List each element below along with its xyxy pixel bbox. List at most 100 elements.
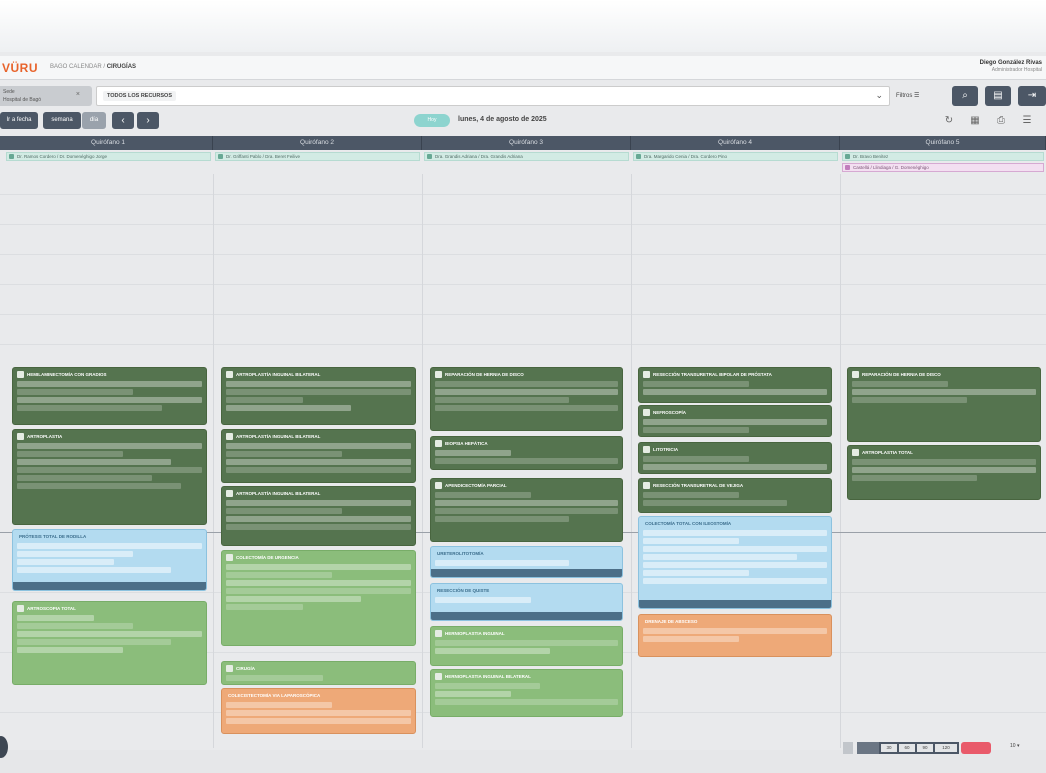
list-icon[interactable]: ☰ xyxy=(1020,114,1034,128)
staff-assignment[interactable]: Dra. Margarido Cenia / Dra. Cordero Pino xyxy=(633,152,838,161)
surgery-title: COLECTOMÍA TOTAL CON ILEOSTOMÍA xyxy=(645,521,732,526)
surgery-card[interactable]: RESECCIÓN TRANSURETRAL BIPOLAR DE PRÓSTA… xyxy=(638,367,832,403)
user-role: Administrador Hospital xyxy=(991,67,1042,73)
surgery-title: URETEROLITOTOMÍA xyxy=(437,551,484,556)
user-info[interactable]: Diego González Rivas Administrador Hospi… xyxy=(922,60,1042,73)
app-logo[interactable]: VÜRU xyxy=(2,61,38,75)
grid-line xyxy=(0,284,1046,285)
surgery-card[interactable]: LITOTRICIA xyxy=(638,442,832,474)
go-to-date-button[interactable]: Ir a fecha xyxy=(0,112,38,129)
surgery-card[interactable]: DRENAJE DE ABSCESO xyxy=(638,614,832,657)
grid-line xyxy=(0,194,1046,195)
page-size-select[interactable]: 10 ▾ xyxy=(1010,743,1019,749)
close-button[interactable] xyxy=(961,742,991,754)
column-separator xyxy=(840,174,841,748)
grid-line xyxy=(0,314,1046,315)
surgery-card[interactable]: REPARACIÓN DE HERNIA DE DISCO xyxy=(430,367,623,431)
surgery-card[interactable]: ARTROPLASTÍA INGUINAL BILATERAL xyxy=(221,486,416,546)
prev-button[interactable]: ‹ xyxy=(112,112,134,129)
surgery-card[interactable]: NEFROSCOPÍA xyxy=(638,405,832,437)
app-header: VÜRU BAGO CALENDAR / CIRUGÍAS Diego Gonz… xyxy=(0,56,1046,80)
grid-line xyxy=(0,344,1046,345)
surgery-card[interactable]: ARTROSCOPIA TOTAL xyxy=(12,601,207,685)
surgery-title: REPARACIÓN DE HERNIA DE DISCO xyxy=(431,370,622,379)
surgery-card[interactable]: CIRUGÍA xyxy=(221,661,416,685)
surgery-title: PRÓTESIS TOTAL DE RODILLA xyxy=(19,534,87,539)
user-name: Diego González Rivas xyxy=(979,60,1042,66)
close-icon[interactable]: × xyxy=(76,91,80,98)
surgery-card[interactable]: ARTROPLASTIA xyxy=(12,429,207,525)
refresh-icon[interactable]: ↻ xyxy=(942,114,956,128)
surgery-card[interactable]: PRÓTESIS TOTAL DE RODILLA xyxy=(12,529,207,591)
surgery-card[interactable]: HEMILAMINECTOMÍA CON GRADIOS xyxy=(12,367,207,425)
surgery-title: NEFROSCOPÍA xyxy=(639,408,831,417)
surgery-title: ARTROPLASTÍA INGUINAL BILATERAL xyxy=(222,370,415,379)
surgery-card[interactable]: RESECCIÓN DE QUISTE xyxy=(430,583,623,621)
surgery-card[interactable]: ARTROPLASTIA TOTAL xyxy=(847,445,1041,500)
column-separator xyxy=(631,174,632,748)
surgery-title: LITOTRICIA xyxy=(639,445,831,454)
staff-assignment[interactable]: Dra. Grandis Adriana / Dra. Grandis Adri… xyxy=(424,152,629,161)
column-title-4: Quirófano 4 xyxy=(631,136,840,150)
calendar-toolbar: Ir a fecha semana día ‹ › Hoy lunes, 4 d… xyxy=(0,112,1046,130)
surgery-card[interactable]: URETEROLITOTOMÍA xyxy=(430,546,623,578)
zoom-option[interactable]: 60 xyxy=(899,744,915,752)
staff-assignment[interactable]: Dr. Griffanti Pablo / Dra. Beret Feilive xyxy=(215,152,420,161)
surgery-title: RESECCIÓN TRANSURETRAL BIPOLAR DE PRÓSTA… xyxy=(639,370,831,379)
zoom-option[interactable]: 30 xyxy=(881,744,897,752)
surgery-title: HERNIOPLASTIA INGUINAL xyxy=(431,629,622,638)
zoom-controls: 30 60 90 120 xyxy=(843,742,993,754)
export-button[interactable]: ⇥ xyxy=(1018,86,1046,106)
column-title-1: Quirófano 1 xyxy=(4,136,213,150)
surgery-title: ARTROPLASTIA TOTAL xyxy=(848,448,1040,457)
surgery-title: ARTROSCOPIA TOTAL xyxy=(13,604,206,613)
today-button[interactable]: Hoy xyxy=(414,114,450,127)
staff-assignment[interactable]: Dr. Bravo Benítez xyxy=(842,152,1044,161)
current-date-title: lunes, 4 de agosto de 2025 xyxy=(458,116,547,123)
surgery-card[interactable]: COLECTOMÍA TOTAL CON ILEOSTOMÍA xyxy=(638,516,832,609)
surgery-title: ARTROPLASTIA xyxy=(13,432,206,441)
filters-button[interactable]: Filtros ☰ xyxy=(896,88,940,104)
surgery-title: APENDICECTOMÍA PARCIAL xyxy=(431,481,622,490)
surgery-card[interactable]: REPARACIÓN DE HERNIA DE DISCO xyxy=(847,367,1041,442)
zoom-option[interactable]: 90 xyxy=(917,744,933,752)
surgery-title: CIRUGÍA xyxy=(222,664,415,673)
next-button[interactable]: › xyxy=(137,112,159,129)
surgery-card[interactable]: ARTROPLASTÍA INGUINAL BILATERAL xyxy=(221,429,416,483)
resource-select[interactable]: TODOS LOS RECURSOS ⌄ xyxy=(96,86,890,106)
day-view-button[interactable]: día xyxy=(82,112,106,129)
surgery-title: HERNIOPLASTIA INGUINAL BILATERAL xyxy=(431,672,622,681)
surgery-card[interactable]: HERNIOPLASTIA INGUINAL BILATERAL xyxy=(430,669,623,717)
zoom-out-icon[interactable] xyxy=(843,742,853,754)
surgery-card[interactable]: HERNIOPLASTIA INGUINAL xyxy=(430,626,623,666)
zoom-minus-button[interactable] xyxy=(857,742,879,754)
surgery-title: RESECCIÓN TRANSURETRAL DE VEJIGA xyxy=(639,481,831,490)
surgery-card[interactable]: BIOPSIA HEPÁTICA xyxy=(430,436,623,470)
staff-assignment-extra[interactable]: Castellá / Llindiaga / G. Domenéghigo xyxy=(842,163,1044,172)
surgery-card[interactable]: COLECTOMÍA DE URGENCIA xyxy=(221,550,416,646)
breadcrumb: BAGO CALENDAR / CIRUGÍAS xyxy=(50,64,136,70)
surgery-card[interactable]: ARTROPLASTÍA INGUINAL BILATERAL xyxy=(221,367,416,425)
resource-tag: TODOS LOS RECURSOS xyxy=(103,91,176,101)
surgery-title: HEMILAMINECTOMÍA CON GRADIOS xyxy=(13,370,206,379)
surgery-title: BIOPSIA HEPÁTICA xyxy=(431,439,622,448)
breadcrumb-current: CIRUGÍAS xyxy=(106,64,137,70)
calendar-icon[interactable]: ▦ xyxy=(968,114,982,128)
site-chip-label: Sede xyxy=(3,89,15,95)
print-icon[interactable]: ⎙ xyxy=(994,114,1008,128)
chevron-down-icon[interactable]: ⌄ xyxy=(875,90,883,101)
surgery-card[interactable]: APENDICECTOMÍA PARCIAL xyxy=(430,478,623,542)
search-button[interactable]: ⌕ xyxy=(952,86,978,106)
site-chip[interactable]: Sede Hospital de Bagó × xyxy=(0,86,92,106)
zoom-option[interactable]: 120 xyxy=(935,744,957,752)
surgery-title: ARTROPLASTÍA INGUINAL BILATERAL xyxy=(222,432,415,441)
report-button[interactable]: ▤ xyxy=(985,86,1011,106)
week-view-button[interactable]: semana xyxy=(43,112,81,129)
surgery-title: REPARACIÓN DE HERNIA DE DISCO xyxy=(848,370,1040,379)
surgery-card[interactable]: RESECCIÓN TRANSURETRAL DE VEJIGA xyxy=(638,478,832,513)
surgery-card[interactable]: COLECISTECTOMÍA VIA LAPAROSCÓPICA xyxy=(221,688,416,734)
window-top-area xyxy=(0,0,1046,52)
staff-assignment[interactable]: Dr. Ramos Cordero / Dr. Domenéghigo Jorg… xyxy=(6,152,211,161)
search-icon: ⌕ xyxy=(962,90,968,101)
breadcrumb-prefix[interactable]: BAGO CALENDAR / xyxy=(50,64,105,70)
